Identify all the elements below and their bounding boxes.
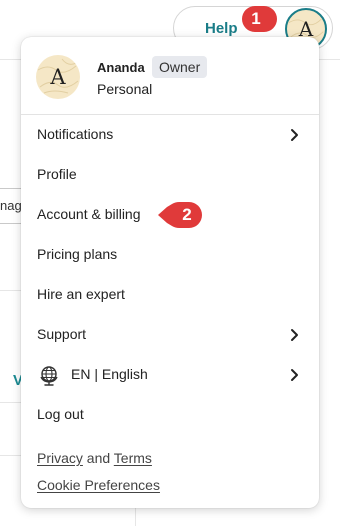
menu-item-label: Log out [37,406,84,422]
callout-badge-2: 2 [158,201,204,229]
menu-item-logout[interactable]: Log out [21,395,319,435]
user-name: Ananda [97,60,145,75]
legal-links: Privacy and Terms [37,449,152,467]
callout-number: 1 [251,9,261,28]
menu-item-language[interactable]: EN | English [21,355,319,395]
menu-item-label: Profile [37,166,77,182]
menu-item-label: Notifications [37,126,114,142]
chevron-right-icon [291,369,298,381]
globe-icon [40,366,58,386]
background-select-text: nag [0,198,22,213]
avatar-initial: A [50,65,66,89]
language-label: EN | English [71,366,148,382]
menu-item-pricing-plans[interactable]: Pricing plans [21,235,319,275]
menu-item-label: Pricing plans [37,246,118,262]
menu-item-notifications[interactable]: Notifications [21,115,319,155]
menu-item-support[interactable]: Support [21,315,319,355]
menu-item-profile[interactable]: Profile [21,155,319,195]
terms-link[interactable]: Terms [114,450,152,466]
account-menu: A Ananda Owner Personal Notifications Pr… [21,37,319,508]
menu-item-label: Account & billing [37,206,141,222]
privacy-link[interactable]: Privacy [37,450,83,466]
menu-item-label: Hire an expert [37,286,125,302]
role-badge: Owner [152,56,208,78]
account-type: Personal [97,81,153,97]
menu-item-hire-expert[interactable]: Hire an expert [21,275,319,315]
menu-item-label: Support [37,326,87,342]
legal-links-separator: and [86,450,111,466]
callout-badge-1: 1 [241,5,278,33]
menu-avatar: A [36,55,80,99]
help-label: Help [205,20,238,37]
chevron-right-icon [291,129,298,141]
chevron-right-icon [291,329,298,341]
cookie-preferences-link[interactable]: Cookie Preferences [37,477,160,493]
callout-number: 2 [182,205,192,224]
